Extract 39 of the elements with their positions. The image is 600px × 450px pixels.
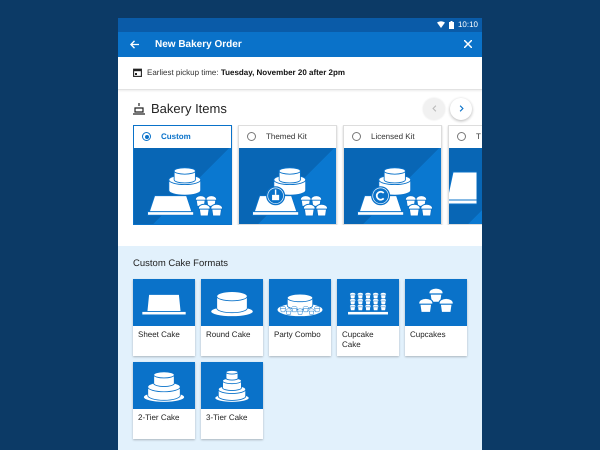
format-label: Cupcakes — [409, 329, 447, 341]
bakery-item-card[interactable]: T — [448, 124, 482, 225]
item-label: Custom — [161, 130, 191, 143]
section-title: Custom Cake Formats — [133, 256, 230, 271]
format-tile[interactable]: Cupcake Cake — [337, 279, 399, 356]
item-label: Licensed Kit — [371, 130, 415, 143]
bakery-item-card[interactable]: Licensed Kit — [343, 124, 442, 225]
back-button[interactable] — [130, 40, 139, 49]
item-label: T — [476, 130, 481, 143]
pickup-time-text: Earliest pickup time: Tuesday, November 20 after 2pm — [147, 66, 346, 79]
item-label: Themed Kit — [266, 130, 307, 143]
section-title: Bakery Items — [151, 100, 228, 118]
format-label: Round Cake — [205, 329, 252, 341]
bakery-item-card[interactable]: Themed Kit — [238, 124, 337, 225]
close-button[interactable] — [464, 40, 472, 48]
battery-icon — [448, 20, 454, 29]
format-tile[interactable]: Sheet Cake — [133, 279, 195, 356]
format-label: Sheet Cake — [137, 329, 181, 341]
format-label: Cupcake Cake — [341, 329, 375, 351]
radio-button[interactable] — [352, 132, 361, 142]
format-label: 2-Tier Cake — [137, 412, 180, 424]
calendar-icon — [133, 68, 142, 78]
format-tile[interactable]: Party Combo — [269, 279, 331, 356]
format-tile[interactable]: 2-Tier Cake — [133, 362, 195, 439]
format-tile[interactable]: Round Cake — [201, 279, 263, 356]
wifi-icon — [436, 21, 445, 28]
chevron-right-icon — [458, 105, 464, 112]
bakery-item-card[interactable]: Custom — [133, 124, 232, 225]
status-time: 10:10 — [458, 18, 478, 31]
cake-icon — [133, 102, 145, 115]
chevron-left-icon — [430, 105, 438, 112]
radio-button[interactable] — [457, 132, 466, 142]
app-bar-title: New Bakery Order — [155, 38, 243, 52]
radio-button[interactable] — [142, 132, 151, 142]
format-label: Party Combo — [273, 329, 322, 341]
radio-button[interactable] — [247, 132, 256, 142]
format-tile[interactable]: 3-Tier Cake — [201, 362, 263, 439]
format-tile[interactable]: Cupcakes — [405, 279, 467, 356]
format-label: 3-Tier Cake — [205, 412, 248, 424]
